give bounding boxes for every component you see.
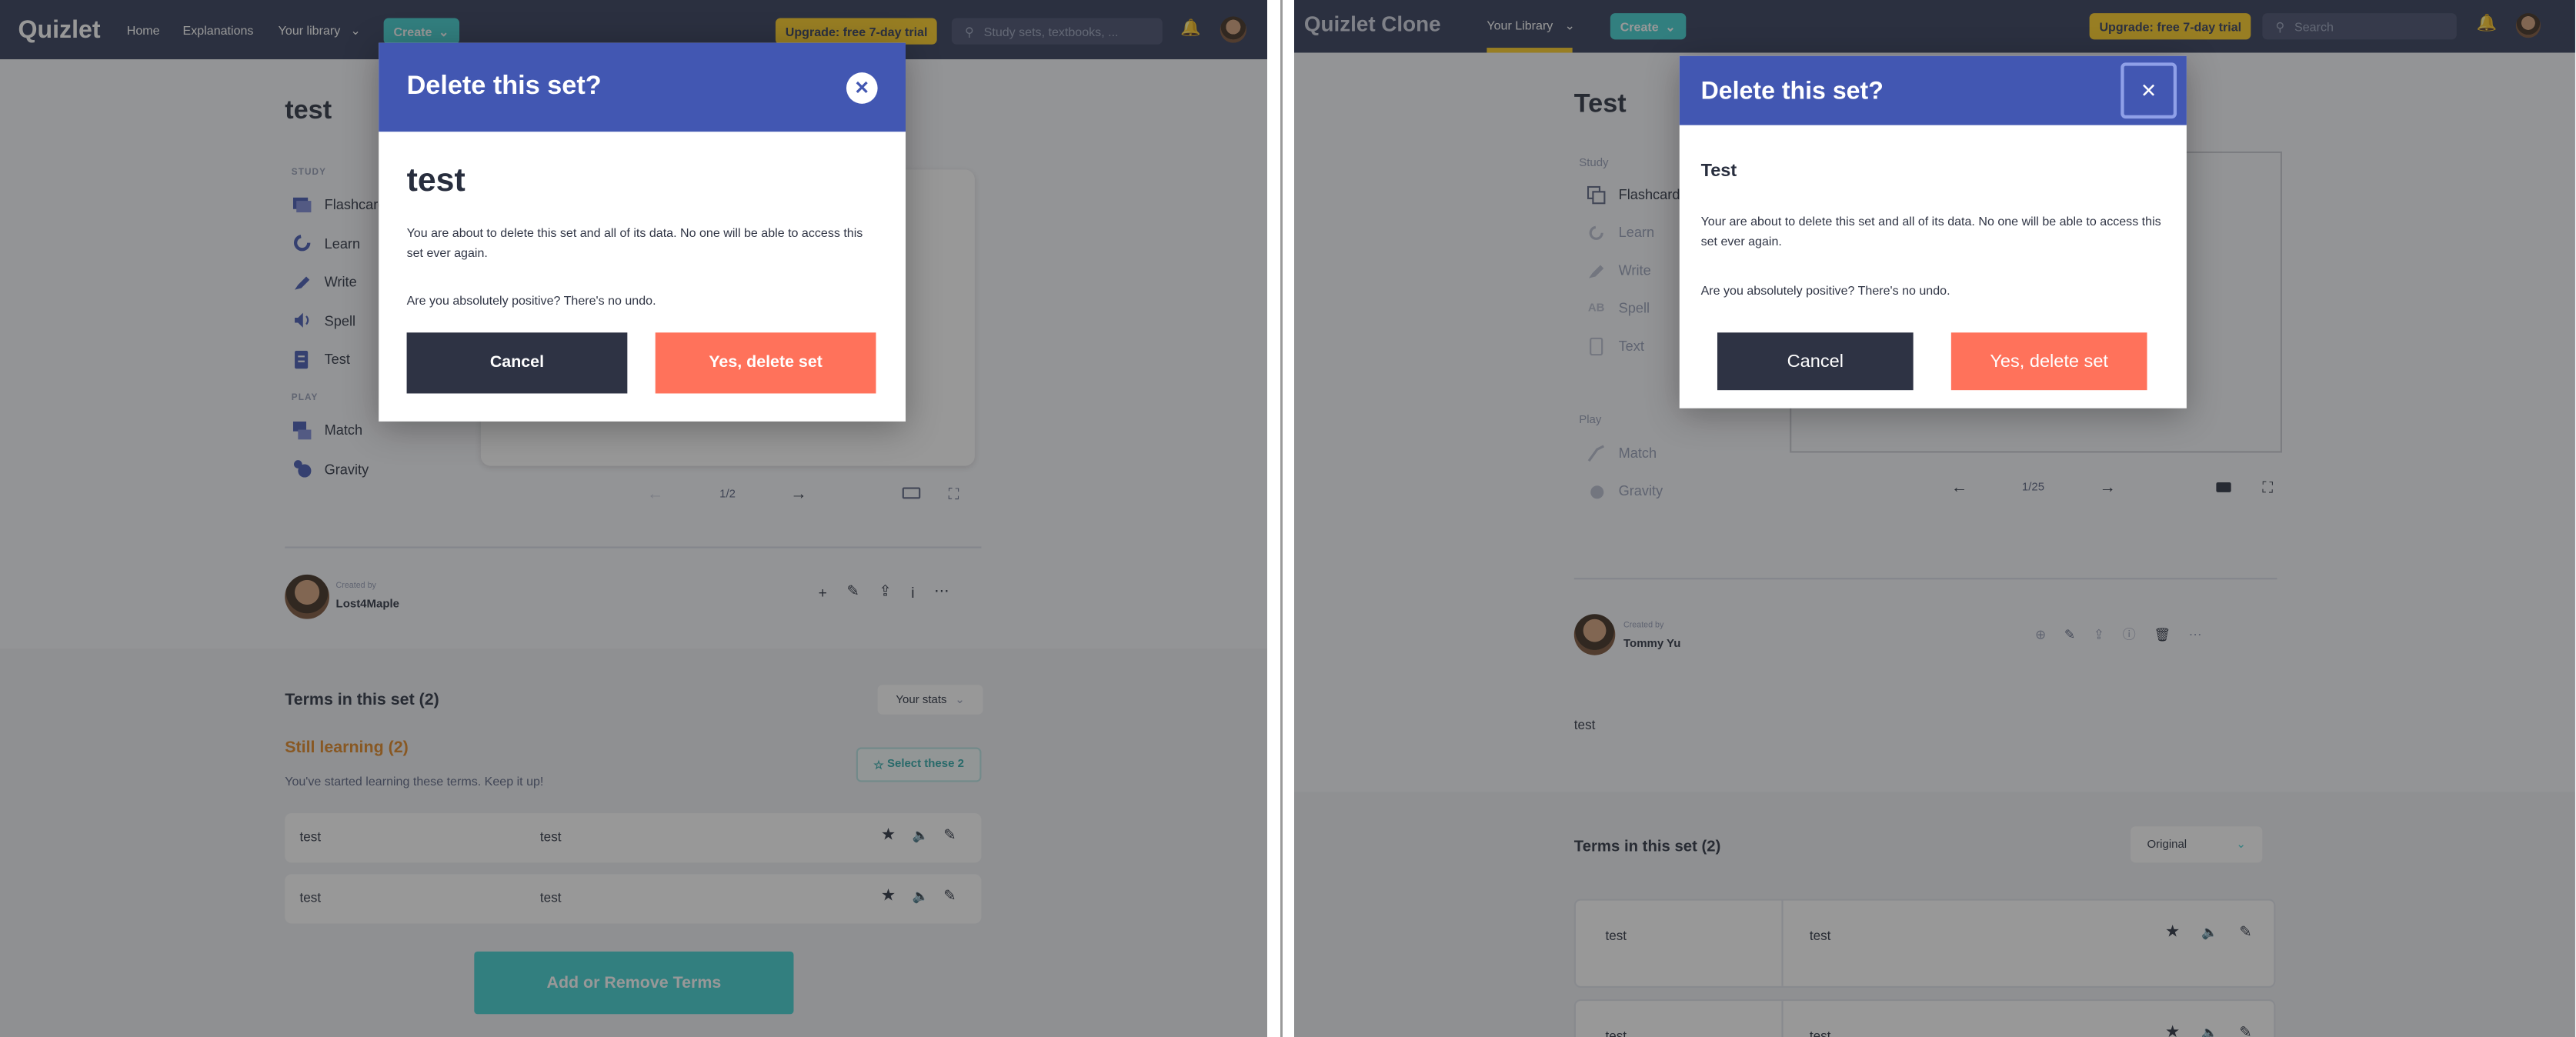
cancel-button[interactable]: Cancel: [406, 332, 628, 394]
modal-title: Delete this set?: [1700, 76, 1884, 105]
delete-set-button[interactable]: Yes, delete set: [655, 332, 876, 394]
delete-set-modal: Delete this set? ✕ test You are about to…: [379, 42, 906, 422]
modal-header: Delete this set? ✕: [379, 42, 906, 132]
modal-body-text: Your are about to delete this set and al…: [1700, 214, 2161, 249]
modal-set-name: Test: [1700, 161, 1737, 182]
cancel-button[interactable]: Cancel: [1717, 332, 1914, 391]
modal-confirm-question: Are you absolutely positive? There's no …: [1700, 283, 1950, 298]
delete-set-button[interactable]: Yes, delete set: [1950, 332, 2147, 391]
modal-body-text: You are about to delete this set and all…: [406, 225, 863, 261]
modal-confirm-question: Are you absolutely positive? There's no …: [406, 292, 656, 308]
pane-divider: [1267, 0, 1294, 1037]
modal-set-name: test: [406, 162, 465, 199]
left-pane-original-quizlet: Quizlet Home Explanations Your library ⌄…: [0, 0, 1267, 1037]
modal-header: Delete this set? ✕: [1679, 55, 2187, 125]
modal-title: Delete this set?: [406, 72, 602, 101]
close-icon[interactable]: ✕: [846, 72, 878, 103]
close-icon[interactable]: ✕: [2121, 62, 2177, 119]
screenshot-root: Quizlet Home Explanations Your library ⌄…: [0, 0, 2576, 1037]
right-pane-quizlet-clone: Quizlet Clone Your Library ⌄ Create ⌄ Up…: [1294, 0, 2576, 1037]
divider-line: [1280, 0, 1283, 1037]
delete-set-modal: Delete this set? ✕ Test Your are about t…: [1679, 55, 2187, 408]
